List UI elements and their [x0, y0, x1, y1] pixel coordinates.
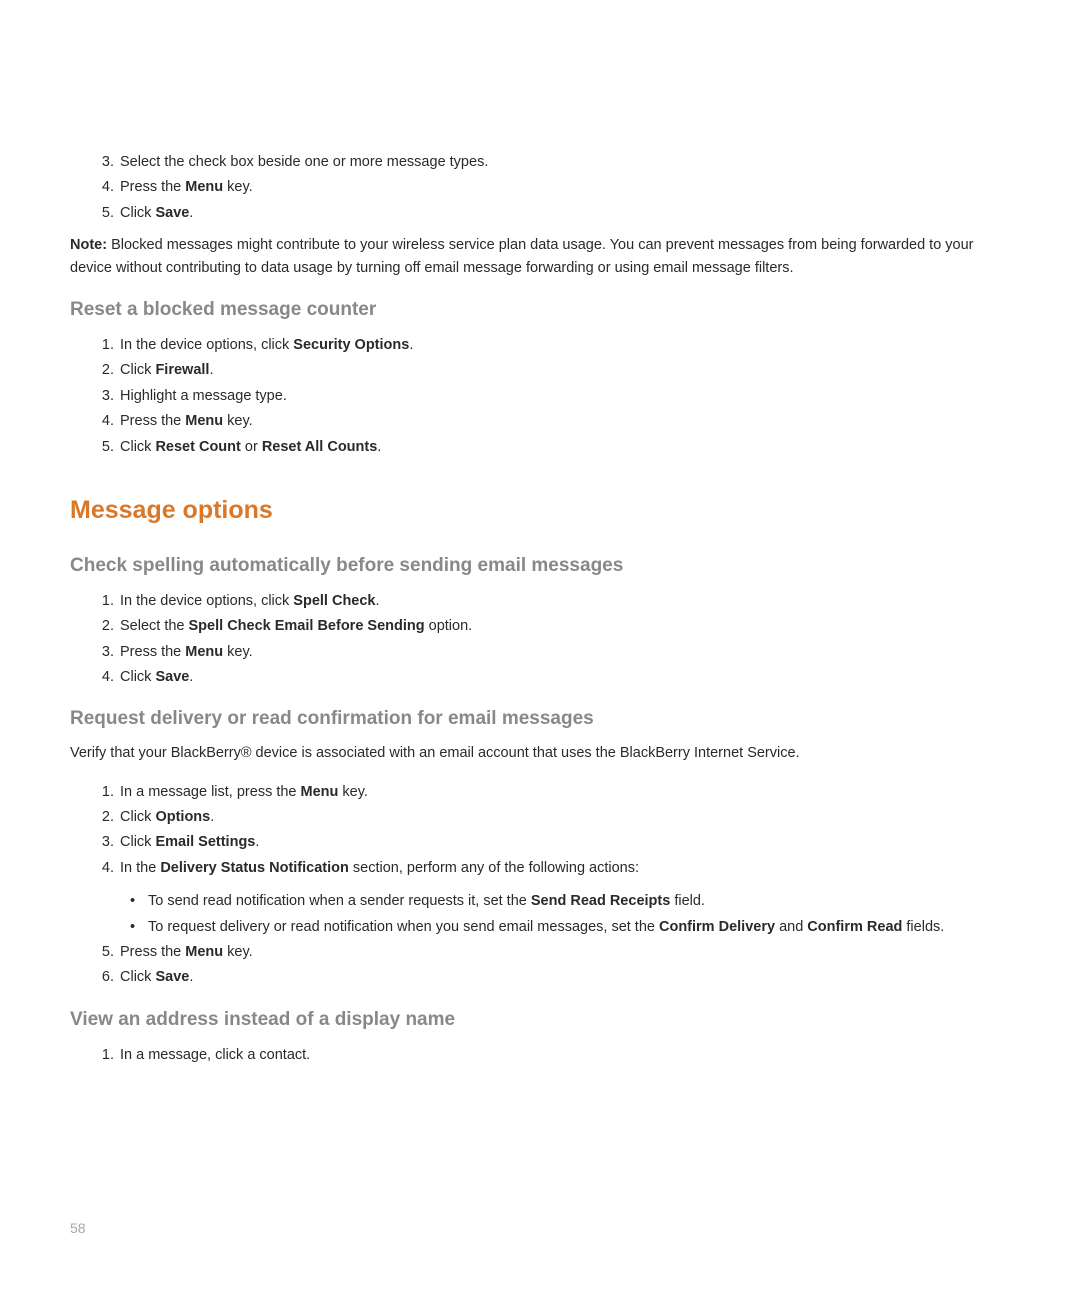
- heading-check-spelling: Check spelling automatically before send…: [70, 555, 1010, 577]
- step-item: 1.In a message list, press the Menu key.: [90, 780, 1010, 805]
- bullet-item: To request delivery or read notification…: [130, 915, 1010, 940]
- step-item: 2.Click Options.: [90, 805, 1010, 830]
- step-item: 3.Highlight a message type.: [90, 384, 1010, 409]
- step-number: 3.: [90, 150, 114, 175]
- step-item: 4.Click Save.: [90, 665, 1010, 690]
- note-paragraph: Note: Blocked messages might contribute …: [70, 234, 1010, 279]
- step-item: 1.In the device options, click Security …: [90, 333, 1010, 358]
- step-item: 3.Click Email Settings.: [90, 830, 1010, 855]
- heading-view-address: View an address instead of a display nam…: [70, 1009, 1010, 1031]
- step-number: 1.: [90, 780, 114, 805]
- step-item: 3.Press the Menu key.: [90, 640, 1010, 665]
- steps-list: 5.Press the Menu key. 6.Click Save.: [90, 940, 1010, 991]
- steps-list: 1.In a message, click a contact.: [90, 1043, 1010, 1068]
- steps-list: 3.Select the check box beside one or mor…: [90, 150, 1010, 226]
- note-label: Note:: [70, 237, 107, 253]
- step-number: 5.: [90, 201, 114, 226]
- step-item: 3.Select the check box beside one or mor…: [90, 150, 1010, 175]
- step-number: 4.: [90, 175, 114, 200]
- step-number: 4.: [90, 665, 114, 690]
- step-number: 3.: [90, 640, 114, 665]
- steps-list: 1.In the device options, click Security …: [90, 333, 1010, 460]
- bullets-list: To send read notification when a sender …: [130, 889, 1010, 940]
- step-item: 1.In the device options, click Spell Che…: [90, 589, 1010, 614]
- step-number: 2.: [90, 614, 114, 639]
- step-item: 2.Click Firewall.: [90, 358, 1010, 383]
- step-item: 4.Press the Menu key.: [90, 409, 1010, 434]
- heading-reset-counter: Reset a blocked message counter: [70, 299, 1010, 321]
- step-item: 2.Select the Spell Check Email Before Se…: [90, 614, 1010, 639]
- step-item: 5.Click Reset Count or Reset All Counts.: [90, 435, 1010, 460]
- step-number: 5.: [90, 435, 114, 460]
- step-item: 5.Click Save.: [90, 201, 1010, 226]
- step-number: 1.: [90, 333, 114, 358]
- heading-request-confirmation: Request delivery or read confirmation fo…: [70, 708, 1010, 730]
- heading-message-options: Message options: [70, 496, 1010, 525]
- step-item: 4.Press the Menu key.: [90, 175, 1010, 200]
- step-number: 4.: [90, 856, 114, 881]
- step-number: 5.: [90, 940, 114, 965]
- step-item: 5.Press the Menu key.: [90, 940, 1010, 965]
- step-number: 1.: [90, 1043, 114, 1068]
- step-item: 4.In the Delivery Status Notification se…: [90, 856, 1010, 881]
- step-number: 2.: [90, 358, 114, 383]
- step-number: 1.: [90, 589, 114, 614]
- step-number: 4.: [90, 409, 114, 434]
- step-item: 6.Click Save.: [90, 965, 1010, 990]
- step-number: 3.: [90, 830, 114, 855]
- bullet-item: To send read notification when a sender …: [130, 889, 1010, 914]
- step-number: 6.: [90, 965, 114, 990]
- document-page: 3.Select the check box beside one or mor…: [0, 0, 1080, 1068]
- step-number: 2.: [90, 805, 114, 830]
- step-number: 3.: [90, 384, 114, 409]
- page-number: 58: [70, 1220, 86, 1236]
- steps-list: 1.In the device options, click Spell Che…: [90, 589, 1010, 691]
- step-item: 1.In a message, click a contact.: [90, 1043, 1010, 1068]
- intro-paragraph: Verify that your BlackBerry® device is a…: [70, 742, 1010, 765]
- steps-list: 1.In a message list, press the Menu key.…: [90, 780, 1010, 882]
